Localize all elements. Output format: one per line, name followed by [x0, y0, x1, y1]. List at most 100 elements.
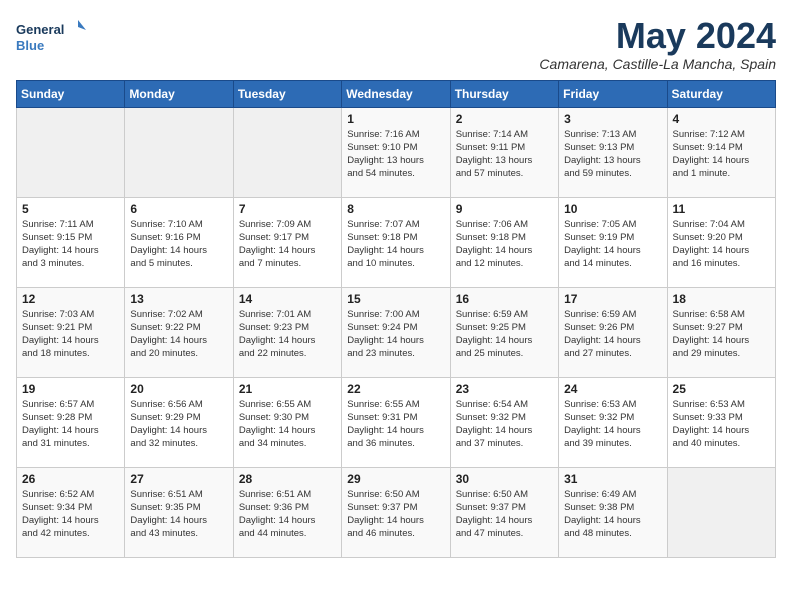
calendar-cell: 13 Sunrise: 7:02 AM Sunset: 9:22 PM Dayli…	[125, 287, 233, 377]
calendar-cell	[17, 107, 125, 197]
svg-text:General: General	[16, 22, 64, 37]
calendar-cell: 30 Sunrise: 6:50 AM Sunset: 9:37 PM Dayli…	[450, 467, 558, 557]
day-number: 16	[456, 292, 553, 306]
day-number: 20	[130, 382, 227, 396]
day-header-tuesday: Tuesday	[233, 80, 341, 107]
day-number: 28	[239, 472, 336, 486]
header-area: General Blue May 2024 Camarena, Castille…	[16, 16, 776, 72]
day-number: 27	[130, 472, 227, 486]
day-info: Sunrise: 6:50 AM Sunset: 9:37 PM Dayligh…	[456, 488, 553, 541]
day-info: Sunrise: 6:53 AM Sunset: 9:32 PM Dayligh…	[564, 398, 661, 451]
day-info: Sunrise: 7:00 AM Sunset: 9:24 PM Dayligh…	[347, 308, 444, 361]
day-info: Sunrise: 6:51 AM Sunset: 9:35 PM Dayligh…	[130, 488, 227, 541]
day-number: 14	[239, 292, 336, 306]
logo-svg: General Blue	[16, 16, 86, 56]
calendar-cell: 27 Sunrise: 6:51 AM Sunset: 9:35 PM Dayli…	[125, 467, 233, 557]
day-info: Sunrise: 6:53 AM Sunset: 9:33 PM Dayligh…	[673, 398, 770, 451]
day-number: 30	[456, 472, 553, 486]
calendar-cell: 28 Sunrise: 6:51 AM Sunset: 9:36 PM Dayli…	[233, 467, 341, 557]
calendar-cell: 21Sunrise: 6:55 AM Sunset: 9:30 PM Dayli…	[233, 377, 341, 467]
day-number: 6	[130, 202, 227, 216]
calendar-cell: 25 Sunrise: 6:53 AM Sunset: 9:33 PM Dayli…	[667, 377, 775, 467]
day-info: Sunrise: 7:03 AM Sunset: 9:21 PM Dayligh…	[22, 308, 119, 361]
day-info: Sunrise: 6:51 AM Sunset: 9:36 PM Dayligh…	[239, 488, 336, 541]
day-info: Sunrise: 7:10 AM Sunset: 9:16 PM Dayligh…	[130, 218, 227, 271]
calendar-cell: 1 Sunrise: 7:16 AM Sunset: 9:10 PM Daylig…	[342, 107, 450, 197]
day-info: Sunrise: 6:59 AM Sunset: 9:26 PM Dayligh…	[564, 308, 661, 361]
calendar-cell: 17 Sunrise: 6:59 AM Sunset: 9:26 PM Dayli…	[559, 287, 667, 377]
day-number: 18	[673, 292, 770, 306]
calendar-cell	[667, 467, 775, 557]
calendar-cell: 20 Sunrise: 6:56 AM Sunset: 9:29 PM Dayli…	[125, 377, 233, 467]
day-info: Sunrise: 7:06 AM Sunset: 9:18 PM Dayligh…	[456, 218, 553, 271]
day-header-thursday: Thursday	[450, 80, 558, 107]
day-info: Sunrise: 7:02 AM Sunset: 9:22 PM Dayligh…	[130, 308, 227, 361]
day-number: 26	[22, 472, 119, 486]
calendar-cell: 7 Sunrise: 7:09 AM Sunset: 9:17 PM Daylig…	[233, 197, 341, 287]
calendar-cell: 15 Sunrise: 7:00 AM Sunset: 9:24 PM Dayli…	[342, 287, 450, 377]
calendar-cell: 31Sunrise: 6:49 AM Sunset: 9:38 PM Dayli…	[559, 467, 667, 557]
day-number: 8	[347, 202, 444, 216]
calendar-cell: 5 Sunrise: 7:11 AM Sunset: 9:15 PM Daylig…	[17, 197, 125, 287]
day-info: Sunrise: 7:11 AM Sunset: 9:15 PM Dayligh…	[22, 218, 119, 271]
day-number: 1	[347, 112, 444, 126]
calendar-cell: 14 Sunrise: 7:01 AM Sunset: 9:23 PM Dayli…	[233, 287, 341, 377]
day-headers: SundayMondayTuesdayWednesdayThursdayFrid…	[17, 80, 776, 107]
calendar-table: SundayMondayTuesdayWednesdayThursdayFrid…	[16, 80, 776, 558]
month-title: May 2024	[539, 16, 776, 56]
title-area: May 2024 Camarena, Castille-La Mancha, S…	[539, 16, 776, 72]
day-number: 17	[564, 292, 661, 306]
week-row-3: 12Sunrise: 7:03 AM Sunset: 9:21 PM Dayli…	[17, 287, 776, 377]
day-info: Sunrise: 7:16 AM Sunset: 9:10 PM Dayligh…	[347, 128, 444, 181]
calendar-cell: 26Sunrise: 6:52 AM Sunset: 9:34 PM Dayli…	[17, 467, 125, 557]
calendar-cell: 22Sunrise: 6:55 AM Sunset: 9:31 PM Dayli…	[342, 377, 450, 467]
day-info: Sunrise: 6:56 AM Sunset: 9:29 PM Dayligh…	[130, 398, 227, 451]
day-number: 21	[239, 382, 336, 396]
calendar-cell: 12Sunrise: 7:03 AM Sunset: 9:21 PM Dayli…	[17, 287, 125, 377]
day-info: Sunrise: 6:54 AM Sunset: 9:32 PM Dayligh…	[456, 398, 553, 451]
day-info: Sunrise: 6:59 AM Sunset: 9:25 PM Dayligh…	[456, 308, 553, 361]
calendar-cell: 18 Sunrise: 6:58 AM Sunset: 9:27 PM Dayli…	[667, 287, 775, 377]
day-number: 13	[130, 292, 227, 306]
day-info: Sunrise: 6:58 AM Sunset: 9:27 PM Dayligh…	[673, 308, 770, 361]
day-number: 29	[347, 472, 444, 486]
day-info: Sunrise: 7:01 AM Sunset: 9:23 PM Dayligh…	[239, 308, 336, 361]
day-info: Sunrise: 7:14 AM Sunset: 9:11 PM Dayligh…	[456, 128, 553, 181]
day-info: Sunrise: 7:12 AM Sunset: 9:14 PM Dayligh…	[673, 128, 770, 181]
calendar-cell: 10 Sunrise: 7:05 AM Sunset: 9:19 PM Dayli…	[559, 197, 667, 287]
day-number: 25	[673, 382, 770, 396]
day-number: 4	[673, 112, 770, 126]
day-number: 15	[347, 292, 444, 306]
day-header-friday: Friday	[559, 80, 667, 107]
day-info: Sunrise: 6:50 AM Sunset: 9:37 PM Dayligh…	[347, 488, 444, 541]
day-header-monday: Monday	[125, 80, 233, 107]
calendar-cell: 19Sunrise: 6:57 AM Sunset: 9:28 PM Dayli…	[17, 377, 125, 467]
day-number: 5	[22, 202, 119, 216]
day-number: 10	[564, 202, 661, 216]
calendar-cell	[125, 107, 233, 197]
calendar-cell: 8 Sunrise: 7:07 AM Sunset: 9:18 PM Daylig…	[342, 197, 450, 287]
day-number: 9	[456, 202, 553, 216]
subtitle: Camarena, Castille-La Mancha, Spain	[539, 56, 776, 72]
day-info: Sunrise: 7:09 AM Sunset: 9:17 PM Dayligh…	[239, 218, 336, 271]
day-number: 31	[564, 472, 661, 486]
day-header-saturday: Saturday	[667, 80, 775, 107]
calendar-cell: 24Sunrise: 6:53 AM Sunset: 9:32 PM Dayli…	[559, 377, 667, 467]
calendar-cell: 9 Sunrise: 7:06 AM Sunset: 9:18 PM Daylig…	[450, 197, 558, 287]
day-number: 19	[22, 382, 119, 396]
day-number: 11	[673, 202, 770, 216]
week-row-1: 1 Sunrise: 7:16 AM Sunset: 9:10 PM Daylig…	[17, 107, 776, 197]
calendar-cell: 23 Sunrise: 6:54 AM Sunset: 9:32 PM Dayli…	[450, 377, 558, 467]
week-row-2: 5 Sunrise: 7:11 AM Sunset: 9:15 PM Daylig…	[17, 197, 776, 287]
day-number: 3	[564, 112, 661, 126]
calendar-cell: 16 Sunrise: 6:59 AM Sunset: 9:25 PM Dayli…	[450, 287, 558, 377]
day-header-wednesday: Wednesday	[342, 80, 450, 107]
day-info: Sunrise: 7:05 AM Sunset: 9:19 PM Dayligh…	[564, 218, 661, 271]
day-info: Sunrise: 7:07 AM Sunset: 9:18 PM Dayligh…	[347, 218, 444, 271]
day-info: Sunrise: 7:13 AM Sunset: 9:13 PM Dayligh…	[564, 128, 661, 181]
day-number: 22	[347, 382, 444, 396]
week-row-5: 26Sunrise: 6:52 AM Sunset: 9:34 PM Dayli…	[17, 467, 776, 557]
day-number: 7	[239, 202, 336, 216]
day-number: 23	[456, 382, 553, 396]
day-number: 2	[456, 112, 553, 126]
